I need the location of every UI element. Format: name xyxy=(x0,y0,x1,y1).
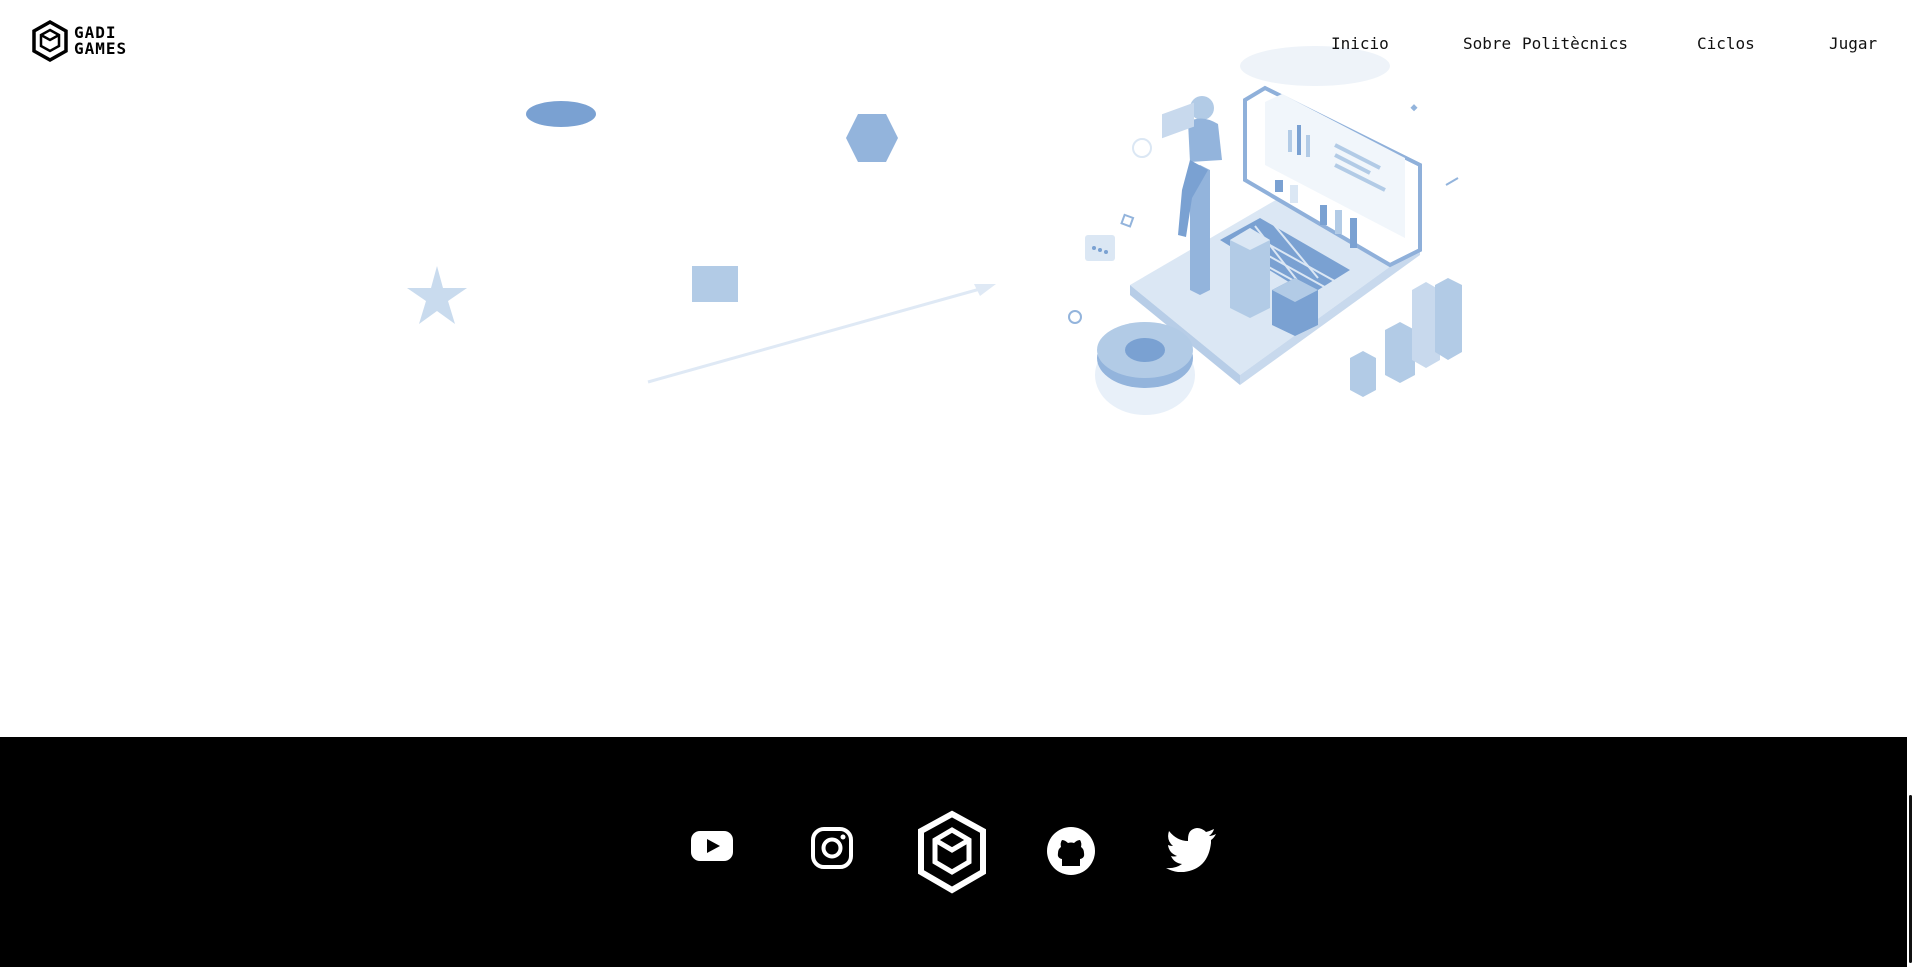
youtube-icon[interactable] xyxy=(690,830,734,862)
page-scrollbar[interactable] xyxy=(1907,0,1916,967)
main-section xyxy=(0,0,1907,737)
nav-jugar[interactable]: Jugar xyxy=(1829,34,1877,53)
nav-ciclos[interactable]: Ciclos xyxy=(1697,34,1755,53)
twitter-icon[interactable] xyxy=(1166,828,1218,872)
hero-illustration xyxy=(1068,46,1462,415)
hexagon-shape xyxy=(846,114,898,162)
instagram-icon[interactable] xyxy=(810,826,854,870)
arrow-line-shape xyxy=(647,284,996,384)
gadi-games-footer-logo-icon[interactable] xyxy=(915,810,989,894)
ellipse-shape xyxy=(526,101,596,127)
star-shape xyxy=(407,266,467,324)
github-icon[interactable] xyxy=(1046,826,1096,876)
site-header: GADI GAMES Inicio Sobre Politècnics Cicl… xyxy=(0,0,1907,90)
nav-inicio[interactable]: Inicio xyxy=(1331,34,1389,53)
scrollbar-thumb[interactable] xyxy=(1909,795,1912,963)
brand-logo[interactable]: GADI GAMES xyxy=(30,18,140,64)
gadi-games-logo-icon xyxy=(32,19,68,63)
brand-wordmark: GADI GAMES xyxy=(74,25,127,57)
brand-line-2: GAMES xyxy=(74,39,128,58)
nav-sobre[interactable]: Sobre xyxy=(1463,34,1511,53)
nav-politecnics[interactable]: Politècnics xyxy=(1522,34,1628,53)
